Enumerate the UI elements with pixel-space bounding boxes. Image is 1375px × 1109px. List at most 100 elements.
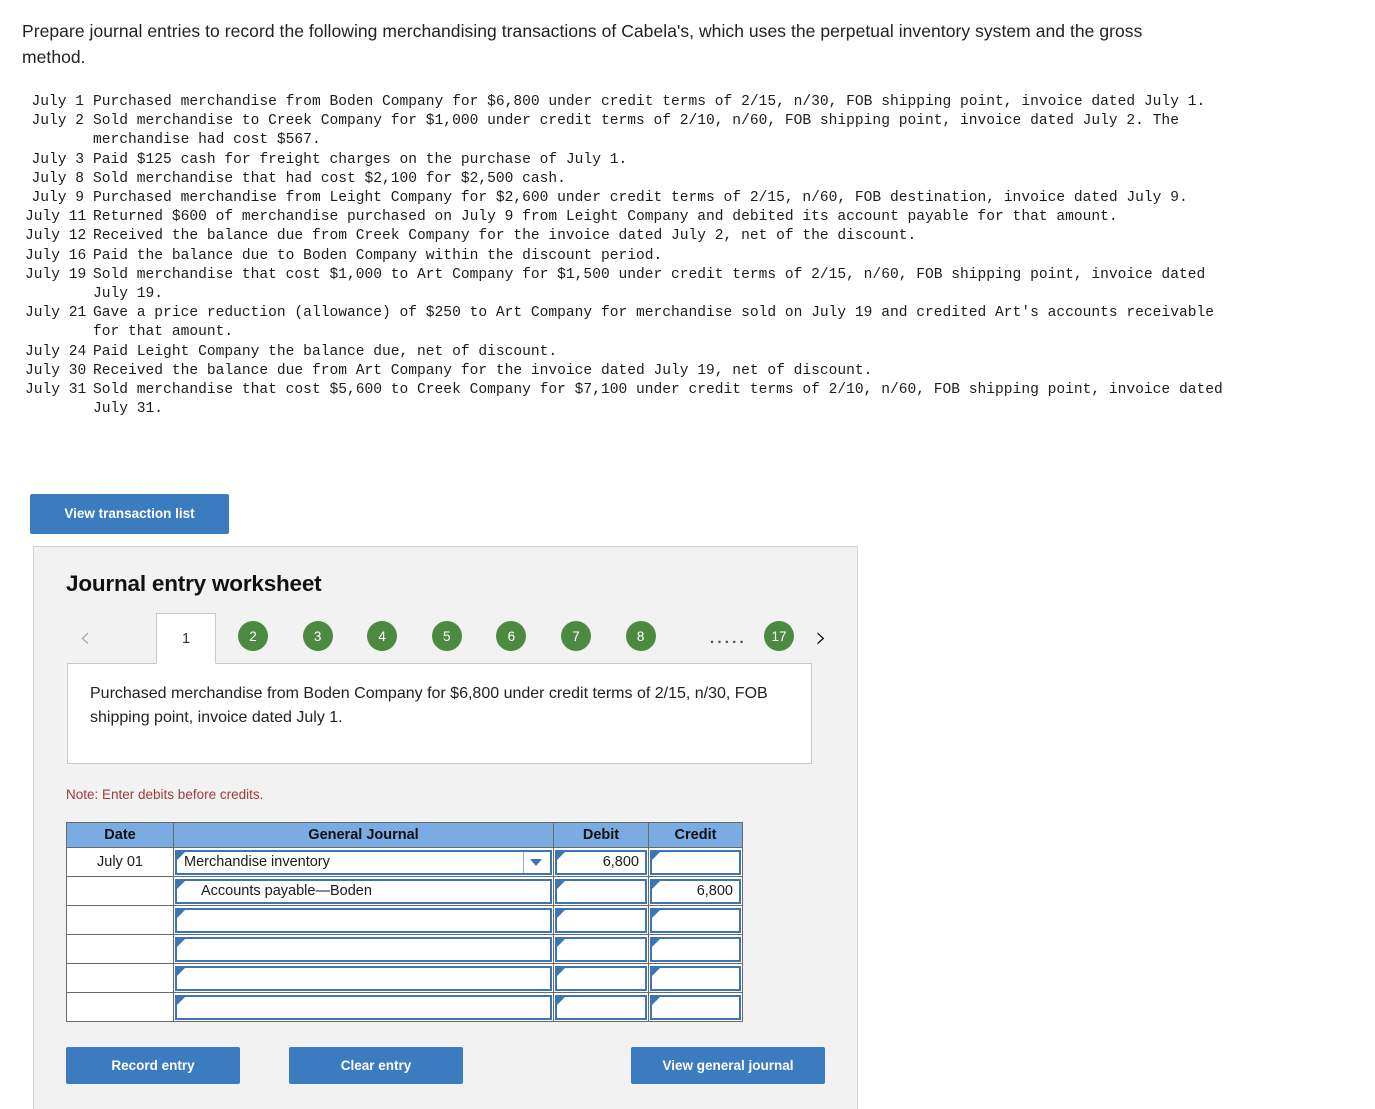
- debits-before-credits-note: Note: Enter debits before credits.: [66, 787, 264, 802]
- cell-general-journal[interactable]: [173, 934, 554, 964]
- debit-input[interactable]: 6,800: [555, 849, 647, 875]
- account-input[interactable]: [175, 907, 552, 933]
- view-general-journal-button[interactable]: View general journal: [631, 1047, 825, 1084]
- debit-input[interactable]: [555, 907, 647, 933]
- view-transaction-list-button[interactable]: View transaction list: [30, 494, 229, 534]
- journal-entry-table: Date General Journal Debit Credit July 0…: [66, 822, 743, 1022]
- transaction-date: July 31: [25, 382, 87, 399]
- record-entry-button[interactable]: Record entry: [66, 1047, 240, 1084]
- cell-debit[interactable]: [553, 905, 649, 935]
- tab-entry-3[interactable]: 3: [302, 621, 333, 651]
- worksheet-title: Journal entry worksheet: [66, 571, 322, 596]
- transaction-date: July 12: [25, 228, 87, 245]
- column-header-credit: Credit: [648, 822, 743, 848]
- transaction-date: July 8: [31, 170, 84, 187]
- transaction-row: July 12 Received the balance due from Cre…: [25, 227, 1240, 246]
- previous-entry-chevron-icon[interactable]: ‹: [72, 619, 98, 655]
- column-header-general-journal: General Journal: [173, 822, 554, 848]
- table-row: [66, 905, 743, 935]
- debit-input[interactable]: [555, 994, 647, 1020]
- credit-input[interactable]: [650, 994, 741, 1020]
- clear-entry-button[interactable]: Clear entry: [289, 1047, 463, 1084]
- transaction-row: July 30 Received the balance due from Art…: [25, 362, 1240, 381]
- cell-date[interactable]: [66, 934, 174, 964]
- chevron-down-icon[interactable]: [523, 851, 547, 873]
- tab-entry-8[interactable]: 8: [625, 621, 656, 651]
- debit-input[interactable]: [555, 936, 647, 962]
- debit-input[interactable]: [555, 878, 647, 904]
- tab-entry-4[interactable]: 4: [367, 621, 398, 651]
- next-entry-chevron-icon[interactable]: ›: [808, 619, 834, 655]
- cell-credit[interactable]: [648, 963, 743, 993]
- tab-entry-6[interactable]: 6: [496, 621, 527, 651]
- cell-debit[interactable]: [553, 963, 649, 993]
- account-input[interactable]: Merchandise inventory: [175, 849, 552, 875]
- cell-general-journal[interactable]: [173, 992, 554, 1022]
- transaction-list: July 1 Purchased merchandise from Boden C…: [25, 93, 1240, 419]
- transaction-row: July 21 Gave a price reduction (allowance…: [25, 304, 1240, 342]
- credit-input[interactable]: [650, 849, 741, 875]
- account-input[interactable]: [175, 965, 552, 991]
- transaction-description: Purchased merchandise from Leight Compan…: [93, 190, 1188, 207]
- column-header-date: Date: [66, 822, 174, 848]
- cell-date[interactable]: [66, 876, 174, 906]
- cell-date[interactable]: [66, 905, 174, 935]
- credit-input[interactable]: 6,800: [650, 878, 741, 904]
- debit-value-text: 6,800: [602, 854, 639, 870]
- table-row: [66, 992, 743, 1022]
- transaction-description: Returned $600 of merchandise purchased o…: [93, 209, 1118, 226]
- account-name-text: Merchandise inventory: [184, 854, 330, 870]
- cell-credit[interactable]: [648, 934, 743, 964]
- cell-debit[interactable]: [553, 992, 649, 1022]
- table-header-row: Date General Journal Debit Credit: [66, 822, 743, 848]
- cell-credit[interactable]: 6,800: [648, 876, 743, 906]
- transaction-row: July 19 Sold merchandise that cost $1,000…: [25, 266, 1240, 304]
- cell-general-journal[interactable]: Merchandise inventory: [173, 847, 554, 877]
- transaction-description: Sold merchandise that had cost $2,100 fo…: [93, 170, 566, 187]
- cell-credit[interactable]: [648, 992, 743, 1022]
- cell-date[interactable]: [66, 963, 174, 993]
- account-input[interactable]: Accounts payable—Boden: [175, 878, 552, 904]
- table-row: July 01 Merchandise inventory 6,800: [66, 847, 743, 877]
- transaction-description: Paid Leight Company the balance due, net…: [93, 343, 558, 360]
- credit-input[interactable]: [650, 936, 741, 962]
- credit-value-text: 6,800: [696, 883, 733, 899]
- page-prompt: Prepare journal entries to record the fo…: [22, 21, 1143, 67]
- transaction-description: Purchased merchandise from Boden Company…: [93, 94, 1206, 110]
- tab-ellipsis: .....: [710, 630, 747, 647]
- transaction-description: Received the balance due from Creek Comp…: [93, 228, 917, 245]
- tab-entry-17[interactable]: 17: [764, 621, 794, 651]
- transaction-row: July 3 Paid $125 cash for freight charges…: [25, 151, 1240, 170]
- tab-entry-1[interactable]: 1: [156, 613, 216, 664]
- transaction-description: Sold merchandise that cost $1,000 to Art…: [93, 266, 1206, 303]
- tab-entry-7[interactable]: 7: [561, 621, 591, 651]
- cell-credit[interactable]: [648, 847, 743, 877]
- transaction-date: July 9: [31, 190, 84, 207]
- cell-date[interactable]: [66, 992, 174, 1022]
- cell-credit[interactable]: [648, 905, 743, 935]
- account-input[interactable]: [175, 936, 552, 962]
- transaction-date: July 21: [25, 305, 87, 322]
- tab-entry-2[interactable]: 2: [238, 621, 268, 651]
- transaction-date: July 2: [31, 113, 84, 130]
- transaction-description: Received the balance due from Art Compan…: [93, 362, 873, 379]
- cell-debit[interactable]: 6,800: [553, 847, 649, 877]
- transaction-row: July 31 Sold merchandise that cost $5,600…: [25, 381, 1240, 419]
- cell-general-journal[interactable]: [173, 963, 554, 993]
- transaction-date: July 30: [25, 362, 87, 379]
- transaction-description: Sold merchandise that cost $5,600 to Cre…: [93, 382, 1223, 418]
- cell-general-journal[interactable]: Accounts payable—Boden: [173, 876, 554, 906]
- transaction-date: July 1: [31, 94, 84, 110]
- cell-general-journal[interactable]: [173, 905, 554, 935]
- transaction-row: July 9 Purchased merchandise from Leight …: [25, 189, 1240, 208]
- column-header-debit: Debit: [553, 822, 649, 848]
- credit-input[interactable]: [650, 907, 741, 933]
- tab-entry-5[interactable]: 5: [431, 621, 462, 651]
- account-input[interactable]: [175, 994, 552, 1020]
- cell-debit[interactable]: [553, 934, 649, 964]
- cell-date[interactable]: July 01: [66, 847, 174, 877]
- transaction-date: July 3: [31, 151, 84, 168]
- credit-input[interactable]: [650, 965, 741, 991]
- debit-input[interactable]: [555, 965, 647, 991]
- cell-debit[interactable]: [553, 876, 649, 906]
